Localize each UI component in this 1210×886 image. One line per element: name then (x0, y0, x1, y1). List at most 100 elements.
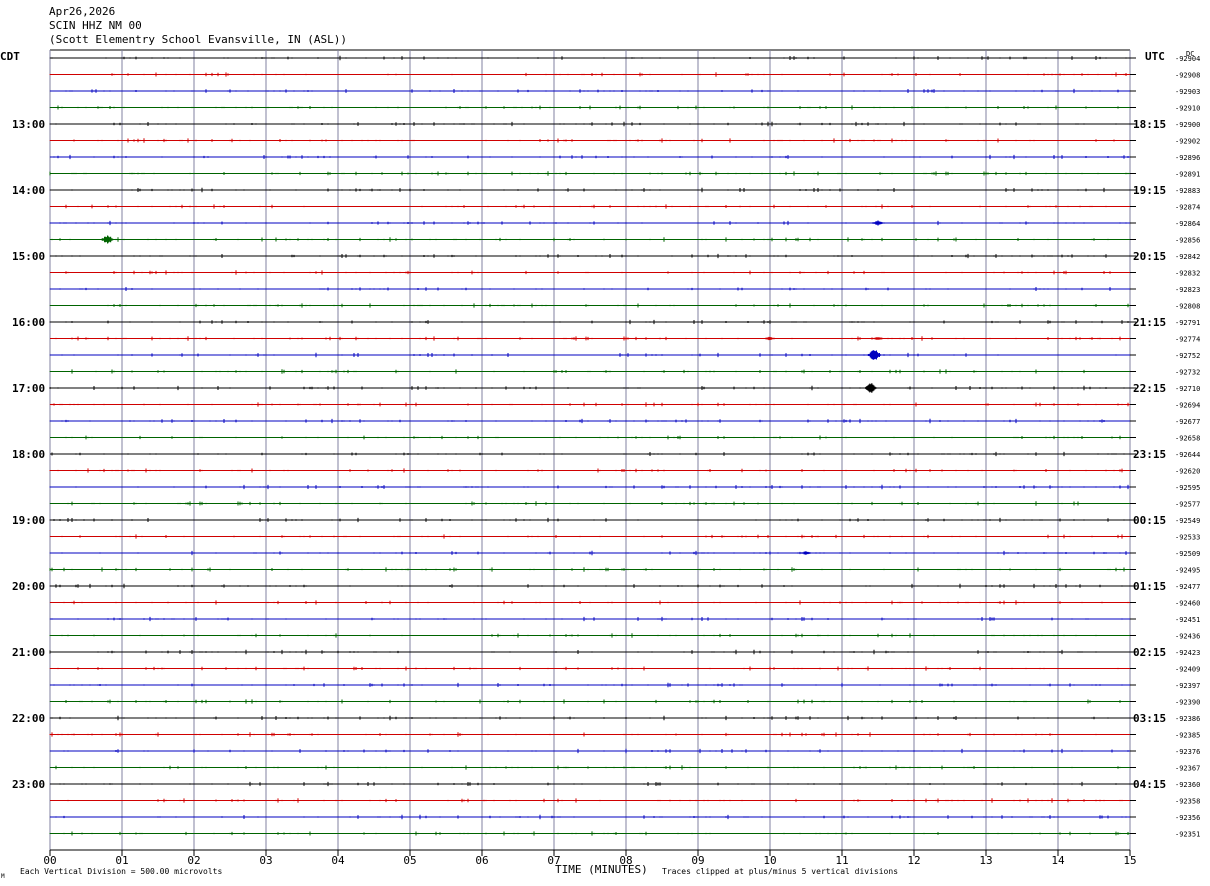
dc-offset-label: -92385 (1175, 732, 1200, 740)
x-tick-label: 12 (907, 854, 920, 867)
dc-offset-label: -92874 (1175, 204, 1200, 212)
dc-offset-label: -92896 (1175, 154, 1200, 162)
x-tick-label: 07 (547, 854, 560, 867)
dc-offset-label: -92732 (1175, 369, 1200, 377)
helicorder-plot: CDT UTC DC TIME (MINUTES) Each Vertical … (0, 49, 1200, 880)
dc-offset-label: -92386 (1175, 715, 1200, 723)
dc-offset-label: -92694 (1175, 402, 1200, 410)
dc-offset-label: -92351 (1175, 831, 1200, 839)
cdt-hour-label: 23:00 (12, 778, 45, 791)
x-tick-label: 10 (763, 854, 776, 867)
dc-offset-label: -92832 (1175, 270, 1200, 278)
dc-offset-label: -92842 (1175, 253, 1200, 261)
cdt-hour-label: 19:00 (12, 514, 45, 527)
x-tick-label: 01 (115, 854, 128, 867)
dc-offset-label: -92360 (1175, 781, 1200, 789)
x-tick-label: 02 (187, 854, 200, 867)
dc-offset-label: -92902 (1175, 138, 1200, 146)
axis-labels: CDT UTC DC TIME (MINUTES) Each Vertical … (0, 50, 1200, 880)
seismic-event (867, 350, 881, 360)
utc-hour-label: 04:15 (1133, 778, 1166, 791)
utc-hour-label: 23:15 (1133, 448, 1166, 461)
dc-offset-label: -92460 (1175, 600, 1200, 608)
x-tick-label: 00 (43, 854, 56, 867)
cdt-hour-label: 18:00 (12, 448, 45, 461)
dc-offset-label: -92620 (1175, 468, 1200, 476)
dc-offset-label: -92397 (1175, 682, 1200, 690)
dc-offset-label: -92423 (1175, 649, 1200, 657)
dc-offset-label: -92595 (1175, 484, 1200, 492)
cdt-hour-label: 13:00 (12, 118, 45, 131)
cdt-hour-label: 15:00 (12, 250, 45, 263)
dc-offset-label: -92864 (1175, 220, 1200, 228)
cdt-hour-label: 22:00 (12, 712, 45, 725)
dc-offset-label: -92908 (1175, 72, 1200, 80)
dc-offset-label: -92823 (1175, 286, 1200, 294)
dc-offset-label: -92577 (1175, 501, 1200, 509)
cdt-hour-label: 20:00 (12, 580, 45, 593)
utc-hour-label: 21:15 (1133, 316, 1166, 329)
trace-lines (49, 55, 1130, 836)
dc-offset-label: -92856 (1175, 237, 1200, 245)
dc-offset-label: -92356 (1175, 814, 1200, 822)
scale-note: Each Vertical Division = 500.00 microvol… (20, 867, 222, 876)
corner-mark: M (1, 873, 5, 880)
dc-offset-label: -92495 (1175, 567, 1200, 575)
x-tick-label: 08 (619, 854, 632, 867)
dc-offset-label: -92910 (1175, 105, 1200, 113)
dc-offset-label: -92904 (1175, 55, 1200, 63)
x-axis-label: TIME (MINUTES) (555, 863, 648, 876)
x-tick-label: 11 (835, 854, 848, 867)
x-tick-label: 05 (403, 854, 416, 867)
dc-offset-label: -92451 (1175, 616, 1200, 624)
dc-offset-label: -92644 (1175, 451, 1200, 459)
utc-hour-label: 03:15 (1133, 712, 1166, 725)
seismic-event (101, 235, 115, 244)
seismic-event (871, 220, 885, 226)
x-tick-label: 06 (475, 854, 488, 867)
dc-offset-label: -92509 (1175, 550, 1200, 558)
dc-offset-label: -92409 (1175, 666, 1200, 674)
seismic-event (864, 383, 878, 393)
utc-hour-label: 01:15 (1133, 580, 1166, 593)
dc-offset-label: -92436 (1175, 633, 1200, 641)
cdt-hour-label: 21:00 (12, 646, 45, 659)
dc-offset-label: -92658 (1175, 435, 1200, 443)
x-tick-label: 03 (259, 854, 272, 867)
dc-offset-label: -92358 (1175, 798, 1200, 806)
utc-hour-label: 18:15 (1133, 118, 1166, 131)
right-axis-label: UTC (1145, 50, 1165, 63)
utc-hour-label: 02:15 (1133, 646, 1166, 659)
cdt-hour-label: 17:00 (12, 382, 45, 395)
dc-offset-label: -92477 (1175, 583, 1200, 591)
dc-offset-label: -92677 (1175, 418, 1200, 426)
seismic-event (763, 336, 777, 341)
seismic-event (871, 337, 885, 340)
utc-hour-label: 20:15 (1133, 250, 1166, 263)
utc-hour-label: 22:15 (1133, 382, 1166, 395)
dc-offset-label: -92549 (1175, 517, 1200, 525)
dc-offset-label: -92752 (1175, 352, 1200, 360)
cdt-hour-label: 14:00 (12, 184, 45, 197)
x-tick-label: 09 (691, 854, 704, 867)
clip-note: Traces clipped at plus/minus 5 vertical … (662, 867, 898, 876)
cdt-hour-label: 16:00 (12, 316, 45, 329)
x-tick-label: 15 (1123, 854, 1136, 867)
dc-offset-label: -92710 (1175, 385, 1200, 393)
dc-offset-label: -92791 (1175, 319, 1200, 327)
dc-offset-label: -92774 (1175, 336, 1200, 344)
dc-offset-label: -92367 (1175, 765, 1200, 773)
x-tick-label: 13 (979, 854, 992, 867)
dc-offset-label: -92808 (1175, 303, 1200, 311)
utc-hour-label: 19:15 (1133, 184, 1166, 197)
dc-offset-label: -92376 (1175, 748, 1200, 756)
dc-offset-label: -92533 (1175, 534, 1200, 542)
x-tick-label: 04 (331, 854, 345, 867)
dc-offset-label: -92891 (1175, 171, 1200, 179)
x-tick-label: 14 (1051, 854, 1065, 867)
dc-offset-label: -92903 (1175, 88, 1200, 96)
dc-offset-label: -92390 (1175, 699, 1200, 707)
seismic-event (799, 551, 813, 555)
left-axis-label: CDT (0, 50, 20, 63)
utc-hour-label: 00:15 (1133, 514, 1166, 527)
